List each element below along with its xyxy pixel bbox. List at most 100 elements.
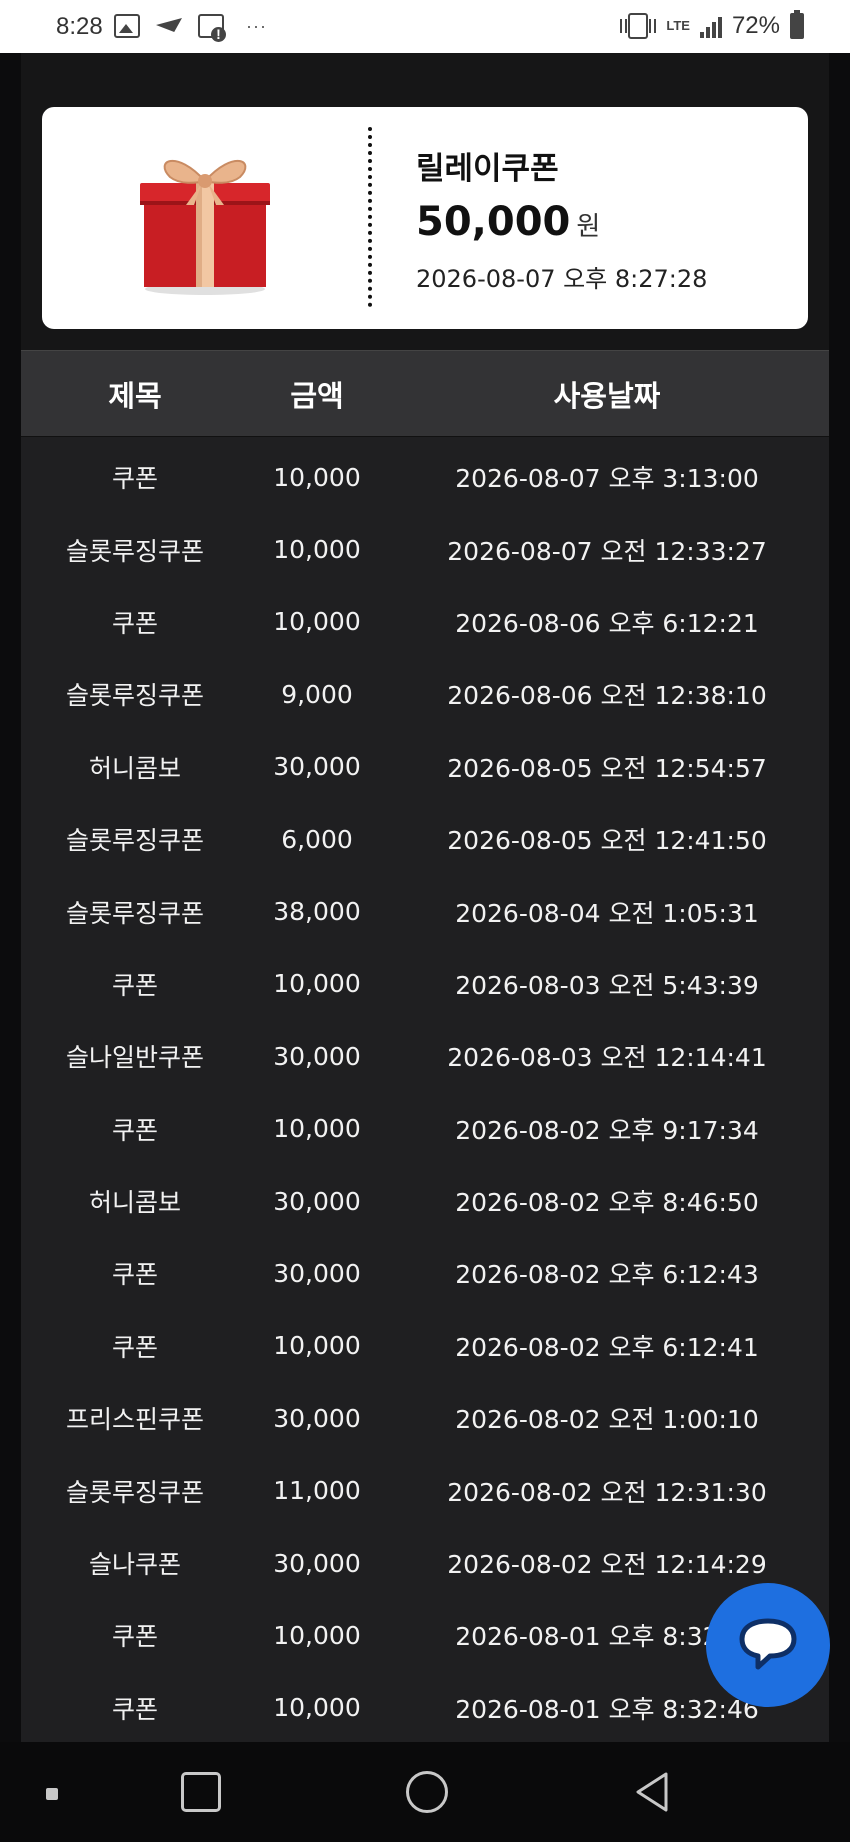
row-title: 슬롯루징쿠폰: [65, 826, 204, 856]
home-icon[interactable]: [406, 1771, 448, 1813]
row-title: 슬롯루징쿠폰: [65, 898, 204, 928]
status-time: 8:28: [56, 13, 103, 40]
row-amount: 38,000: [273, 897, 361, 927]
row-date: 2026-08-02 오전 12:31:30: [447, 1477, 767, 1507]
row-amount: 10,000: [273, 1114, 361, 1144]
coupon-history-table: 제목 금액 사용날짜 쿠폰 10,000 2026-08-07 오후 3:13:00…: [21, 350, 829, 1744]
accessibility-dot-icon[interactable]: [46, 1788, 58, 1800]
row-date: 2026-08-03 오전 5:43:39: [455, 970, 759, 1000]
system-status: LTE 72%: [620, 10, 804, 40]
row-date: 2026-08-03 오전 12:14:41: [447, 1043, 767, 1073]
row-amount: 30,000: [273, 1258, 361, 1288]
coupon-amount-row: 50,000 원: [416, 199, 600, 245]
row-amount: 30,000: [273, 1548, 361, 1578]
table-row: 쿠폰 10,000 2026-08-03 오전 5:43:39: [21, 948, 829, 1020]
battery-icon: [790, 10, 804, 39]
gallery-icon: [114, 14, 140, 38]
row-amount: 9,000: [281, 679, 353, 709]
row-title: 슬나일반쿠폰: [65, 1043, 204, 1073]
row-title: 쿠폰: [111, 608, 158, 638]
coupon-card: 릴레이쿠폰 50,000 원 2026-08-07 오후 8:27:28: [42, 107, 808, 329]
row-title: 쿠폰: [111, 464, 158, 494]
table-row: 쿠폰 10,000 2026-08-02 오후 6:12:41: [21, 1310, 829, 1382]
coupon-history-page: 릴레이쿠폰 50,000 원 2026-08-07 오후 8:27:28 제목 …: [21, 53, 829, 1742]
row-date: 2026-08-02 오후 9:17:34: [455, 1115, 759, 1145]
battery-percent: 72%: [731, 12, 780, 39]
send-icon: [154, 14, 184, 38]
row-amount: 10,000: [273, 607, 361, 637]
coupon-title: 릴레이쿠폰: [416, 151, 559, 187]
status-bar: 8:28 ··· LTE 72%: [0, 0, 850, 53]
table-row: 슬롯루징쿠폰 9,000 2026-08-06 오전 12:38:10: [21, 658, 829, 730]
row-title: 슬롯루징쿠폰: [65, 536, 204, 566]
row-date: 2026-08-06 오후 6:12:21: [455, 608, 759, 638]
row-date: 2026-08-06 오전 12:38:10: [447, 681, 767, 711]
row-date: 2026-08-02 오전 12:14:29: [447, 1550, 767, 1580]
row-date: 2026-08-07 오전 12:33:27: [447, 536, 767, 566]
coupon-perforation: [368, 127, 372, 307]
table-row: 허니콤보 30,000 2026-08-02 오후 8:46:50: [21, 1165, 829, 1237]
row-date: 2026-08-02 오전 1:00:10: [455, 1405, 759, 1435]
row-amount: 10,000: [273, 1693, 361, 1723]
gift-box-icon: [140, 160, 270, 295]
table-row: 쿠폰 10,000 2026-08-07 오후 3:13:00: [21, 441, 829, 513]
row-amount: 30,000: [273, 1403, 361, 1433]
row-title: 쿠폰: [111, 1622, 158, 1652]
vibrate-icon: [620, 13, 657, 39]
row-amount: 10,000: [273, 1620, 361, 1650]
row-title: 슬롯루징쿠폰: [65, 1477, 204, 1507]
table-row: 슬나쿠폰 30,000 2026-08-02 오전 12:14:29: [21, 1527, 829, 1599]
header-title: 제목: [108, 378, 162, 413]
row-date: 2026-08-04 오전 1:05:31: [455, 898, 759, 928]
header-date: 사용날짜: [553, 378, 661, 413]
row-date: 2026-08-05 오전 12:54:57: [447, 753, 767, 783]
header-amount: 금액: [290, 378, 344, 413]
row-title: 슬롯루징쿠폰: [65, 681, 204, 711]
row-amount: 10,000: [273, 969, 361, 999]
table-body: 쿠폰 10,000 2026-08-07 오후 3:13:00 슬롯루징쿠폰 10,00…: [21, 437, 829, 1744]
row-amount: 10,000: [273, 462, 361, 492]
row-amount: 30,000: [273, 752, 361, 782]
row-title: 쿠폰: [111, 1694, 158, 1724]
row-date: 2026-08-02 오후 6:12:41: [455, 1332, 759, 1362]
table-row: 슬롯루징쿠폰 38,000 2026-08-04 오전 1:05:31: [21, 875, 829, 947]
row-amount: 10,000: [273, 1331, 361, 1361]
row-title: 쿠폰: [111, 970, 158, 1000]
chat-bubble-icon: [739, 1618, 797, 1670]
android-nav-bar: [0, 1742, 850, 1842]
page-frame: 릴레이쿠폰 50,000 원 2026-08-07 오후 8:27:28 제목 …: [0, 53, 850, 1742]
row-title: 쿠폰: [111, 1115, 158, 1145]
back-icon[interactable]: [632, 1770, 672, 1814]
row-amount: 30,000: [273, 1186, 361, 1216]
network-type: LTE: [666, 18, 690, 33]
row-title: 프리스핀쿠폰: [65, 1405, 204, 1435]
row-amount: 30,000: [273, 1041, 361, 1071]
row-title: 허니콤보: [88, 753, 181, 783]
row-title: 허니콤보: [88, 1188, 181, 1218]
table-header: 제목 금액 사용날짜: [21, 350, 829, 437]
table-row: 쿠폰 10,000 2026-08-02 오후 9:17:34: [21, 1093, 829, 1165]
row-title: 쿠폰: [111, 1260, 158, 1290]
table-row: 슬나일반쿠폰 30,000 2026-08-03 오전 12:14:41: [21, 1020, 829, 1092]
row-date: 2026-08-02 오후 6:12:43: [455, 1260, 759, 1290]
table-row: 프리스핀쿠폰 30,000 2026-08-02 오전 1:00:10: [21, 1382, 829, 1454]
row-date: 2026-08-05 오전 12:41:50: [447, 826, 767, 856]
coupon-amount: 50,000: [416, 199, 571, 245]
row-amount: 6,000: [281, 824, 353, 854]
row-date: 2026-08-02 오후 8:46:50: [455, 1188, 759, 1218]
chat-button[interactable]: [706, 1583, 830, 1707]
row-title: 슬나쿠폰: [88, 1550, 181, 1580]
table-row: 슬롯루징쿠폰 11,000 2026-08-02 오전 12:31:30: [21, 1454, 829, 1526]
row-amount: 10,000: [273, 535, 361, 565]
table-row: 쿠폰 10,000 2026-08-01 오후 8:32:46: [21, 1672, 829, 1744]
table-row: 슬롯루징쿠폰 10,000 2026-08-07 오전 12:33:27: [21, 513, 829, 585]
table-row: 쿠폰 30,000 2026-08-02 오후 6:12:43: [21, 1237, 829, 1309]
row-title: 쿠폰: [111, 1332, 158, 1362]
recent-apps-icon[interactable]: [181, 1772, 221, 1812]
table-row: 허니콤보 30,000 2026-08-05 오전 12:54:57: [21, 731, 829, 803]
row-date: 2026-08-07 오후 3:13:00: [455, 464, 759, 494]
coupon-currency: 원: [576, 212, 601, 242]
message-alert-icon: [198, 14, 226, 42]
more-notifications-indicator: ···: [246, 15, 267, 36]
coupon-date: 2026-08-07 오후 8:27:28: [416, 265, 708, 293]
